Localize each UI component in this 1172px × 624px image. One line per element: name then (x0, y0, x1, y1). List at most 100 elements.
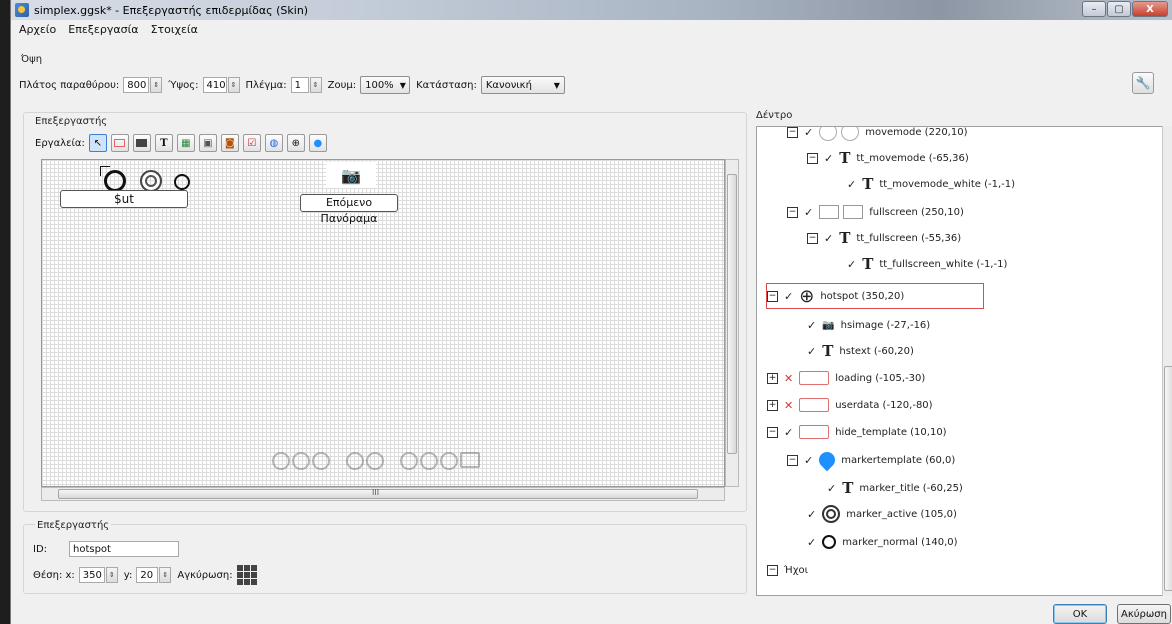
tree-item[interactable]: + ✕ userdata (-120,-80) (767, 394, 933, 416)
marker-small-ring[interactable] (174, 174, 190, 190)
tree-item[interactable]: − ✓ hide_template (10,10) (767, 421, 947, 443)
grid-input[interactable]: 1 (290, 77, 309, 93)
tree-item[interactable]: − ✓ movemode (220,10) (787, 127, 967, 143)
anchor-grid-icon[interactable] (236, 565, 257, 585)
tree-item[interactable]: − Ήχοι (767, 559, 808, 581)
collapse-icon[interactable]: − (767, 564, 778, 576)
width-label: Πλάτος παραθύρου: (19, 79, 120, 91)
marker-tool-button[interactable]: ● (308, 134, 327, 152)
tree-item[interactable]: − ✓ Ttt_fullscreen (-55,36) (807, 227, 961, 249)
zoom-out-icon[interactable] (366, 452, 384, 470)
nav-up-icon[interactable] (292, 452, 310, 470)
hotspot-tool-button[interactable]: ⊕ (286, 134, 305, 152)
grid-spinner[interactable]: ⇕ (309, 77, 322, 93)
cursor-tool-button[interactable]: ↖ (88, 134, 107, 152)
next-panorama-label[interactable]: Επόμενο Πανόραμα (300, 194, 398, 225)
tree-item[interactable]: ✓ Thstext (-60,20) (807, 340, 914, 362)
canvas-vertical-scrollbar[interactable] (725, 159, 739, 487)
visible-check-icon[interactable]: ✓ (804, 206, 813, 219)
collapse-icon[interactable]: − (787, 454, 798, 466)
editor-group-title: Επεξεργαστής (35, 116, 108, 127)
settings-button[interactable]: 🔧 (1132, 72, 1154, 94)
tree-item[interactable]: ✓ Ttt_movemode_white (-1,-1) (847, 173, 1015, 195)
visible-check-icon[interactable]: ✓ (807, 345, 816, 358)
skin-canvas[interactable]: $ut 📷 Επόμενο Πανόραμα (41, 159, 725, 487)
collapse-icon[interactable]: − (787, 127, 798, 138)
tree-item[interactable]: ✓ marker_normal (140,0) (807, 531, 958, 553)
close-button[interactable]: X (1132, 1, 1168, 17)
expand-icon[interactable]: + (767, 372, 778, 384)
maximize-button[interactable]: ▢ (1107, 1, 1131, 17)
title-bar[interactable]: simplex.ggsk* - Επεξεργαστής επιδερμίδας… (11, 0, 1172, 20)
height-spinner[interactable]: ⇕ (227, 77, 240, 93)
menu-edit[interactable]: Επεξεργασία (68, 23, 138, 36)
visible-check-icon[interactable]: ✓ (804, 127, 813, 139)
map-tool-button[interactable]: ◍ (264, 134, 283, 152)
tree-item[interactable]: − ✓ markertemplate (60,0) (787, 448, 955, 472)
marker-title-label[interactable]: $ut (60, 190, 188, 208)
tree-view[interactable]: − ✓ movemode (220,10) − ✓ Ttt_movemode (-65,3… (756, 126, 1172, 596)
tree-item[interactable]: ✓ Ttt_fullscreen_white (-1,-1) (847, 253, 1007, 275)
tree-item[interactable]: ✓ marker_active (105,0) (807, 503, 957, 525)
hotspot-image[interactable]: 📷 (326, 162, 376, 188)
collapse-icon[interactable]: − (807, 232, 818, 244)
autorotate-icon[interactable] (400, 452, 418, 470)
movemode-icon[interactable] (440, 452, 458, 470)
width-input[interactable]: 800 (123, 77, 150, 93)
width-spinner[interactable]: ⇕ (150, 77, 163, 93)
ok-button[interactable]: OK (1053, 604, 1107, 624)
hidden-x-icon[interactable]: ✕ (784, 372, 793, 385)
tree-item[interactable]: ✓ Tmarker_title (-60,25) (827, 477, 963, 499)
menu-file[interactable]: Αρχείο (19, 23, 56, 36)
nav-left-icon[interactable] (272, 452, 290, 470)
visible-check-icon[interactable]: ✓ (827, 482, 836, 495)
tree-scrollbar[interactable] (1162, 126, 1172, 596)
x-input[interactable]: 350 (78, 567, 105, 583)
button-tool-button[interactable]: ▣ (198, 134, 217, 152)
visible-check-icon[interactable]: ✓ (807, 508, 816, 521)
minimize-button[interactable]: – (1082, 1, 1106, 17)
tree-item[interactable]: − ✓ Ttt_movemode (-65,36) (807, 147, 969, 169)
text-tool-button[interactable]: T (154, 134, 173, 152)
menu-bar: Αρχείο Επεξεργασία Στοιχεία (11, 20, 1172, 38)
visible-check-icon[interactable]: ✓ (804, 454, 813, 467)
menu-elements[interactable]: Στοιχεία (151, 23, 198, 36)
x-spinner[interactable]: ⇕ (105, 567, 118, 583)
expand-icon[interactable]: + (767, 399, 778, 411)
visible-check-icon[interactable]: ✓ (847, 258, 856, 271)
state-select[interactable]: Κανονική ▼ (480, 76, 565, 94)
tree-item[interactable]: + ✕ loading (-105,-30) (767, 367, 925, 389)
cancel-button[interactable]: Ακύρωση (1117, 604, 1171, 624)
tree-item[interactable]: − ✓ fullscreen (250,10) (787, 201, 964, 223)
visible-check-icon[interactable]: ✓ (847, 178, 856, 191)
visible-check-icon[interactable]: ✓ (824, 152, 833, 165)
image-tool-button[interactable]: ▦ (176, 134, 195, 152)
zoom-in-icon[interactable] (346, 452, 364, 470)
info-icon[interactable] (420, 452, 438, 470)
y-spinner[interactable]: ⇕ (159, 567, 172, 583)
hidden-x-icon[interactable]: ✕ (784, 399, 793, 412)
visible-check-icon[interactable]: ✓ (784, 426, 793, 439)
container-tool-button[interactable] (132, 134, 151, 152)
visible-check-icon[interactable]: ✓ (807, 536, 816, 549)
canvas-vscroll-thumb[interactable] (727, 174, 737, 454)
tree-scroll-thumb[interactable] (1164, 366, 1172, 591)
visible-check-icon[interactable]: ✓ (807, 319, 816, 332)
fullscreen-icon[interactable] (460, 452, 480, 468)
canvas-horizontal-scrollbar[interactable]: III (41, 487, 725, 501)
tree-item[interactable]: ✓ 📷 hsimage (-27,-16) (807, 314, 930, 336)
checkbox-tool-button[interactable]: ☑ (242, 134, 261, 152)
rectangle-tool-button[interactable] (110, 134, 129, 152)
y-input[interactable]: 20 (136, 567, 159, 583)
collapse-icon[interactable]: − (767, 426, 778, 438)
collapse-icon[interactable]: − (807, 152, 818, 164)
height-input[interactable]: 410 (202, 77, 227, 93)
image-button-tool-button[interactable]: ◙ (220, 134, 239, 152)
zoom-select[interactable]: 100% ▼ (360, 76, 411, 94)
nav-right-icon[interactable] (312, 452, 330, 470)
id-input[interactable]: hotspot (69, 541, 179, 557)
collapse-icon[interactable]: − (787, 206, 798, 218)
visible-check-icon[interactable]: ✓ (824, 232, 833, 245)
marker-active-ring[interactable] (140, 170, 162, 192)
twin-circle-icon (819, 127, 860, 141)
